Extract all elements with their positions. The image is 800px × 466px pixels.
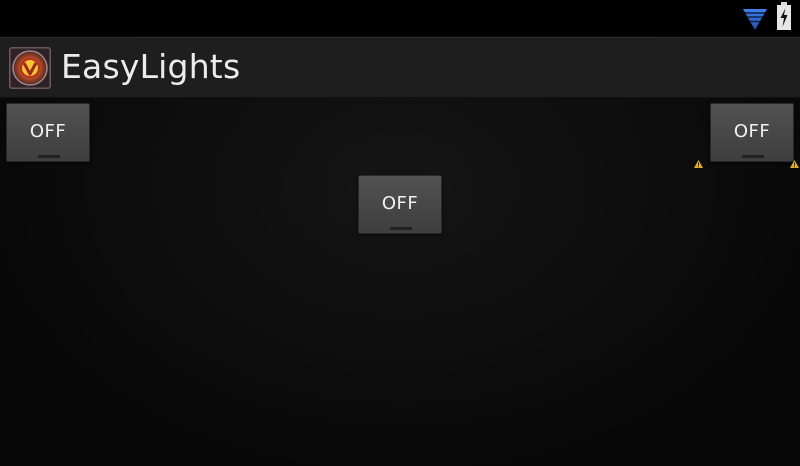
light-button-label: OFF — [733, 121, 771, 142]
battery-charging-icon — [777, 2, 791, 30]
screen: EasyLights OFF OFF OFF — [0, 0, 800, 466]
light-toggle-button[interactable]: OFF — [6, 103, 90, 162]
light-toggle-button[interactable]: OFF — [358, 175, 442, 234]
light-button-label: OFF — [29, 121, 67, 142]
action-bar: EasyLights — [0, 37, 800, 98]
status-bar — [0, 0, 800, 36]
toggle-indicator — [38, 155, 60, 158]
warning-icon — [790, 160, 799, 168]
light-toggle-button[interactable]: OFF — [710, 103, 794, 162]
wifi-icon — [743, 9, 767, 30]
easylights-logo-icon[interactable] — [9, 47, 51, 89]
light-button-label: OFF — [381, 193, 419, 214]
app-title: EasyLights — [61, 47, 241, 86]
warning-icon — [694, 160, 703, 168]
toggle-indicator — [390, 227, 412, 230]
toggle-indicator — [742, 155, 764, 158]
